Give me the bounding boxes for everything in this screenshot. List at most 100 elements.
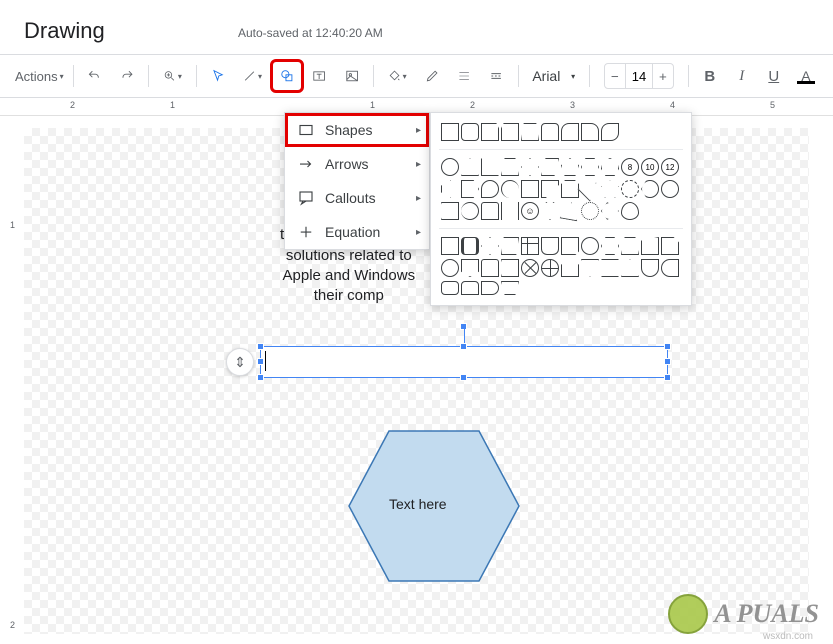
text-color-button[interactable]: A: [791, 61, 821, 91]
resize-handle-n[interactable]: [460, 343, 467, 350]
fill-color-button[interactable]: [380, 61, 415, 91]
resize-handle-se[interactable]: [664, 374, 671, 381]
menu-item-equation[interactable]: Equation ▸: [285, 215, 429, 249]
shape-intstore[interactable]: [521, 237, 539, 255]
shape-oval[interactable]: [441, 158, 459, 176]
resize-handle-nw[interactable]: [257, 343, 264, 350]
shape-rounded-rect[interactable]: [461, 123, 479, 141]
textbox-tool[interactable]: [304, 61, 334, 91]
redo-button[interactable]: [112, 61, 142, 91]
shape-frame[interactable]: [521, 180, 539, 198]
font-size-decrease[interactable]: −: [605, 64, 625, 88]
shape-terminator[interactable]: [581, 237, 599, 255]
shape-seqstore[interactable]: [661, 259, 679, 277]
shape-trapezoid[interactable]: [501, 158, 519, 176]
shape-b1[interactable]: [441, 202, 459, 220]
shape-tape[interactable]: [501, 259, 519, 277]
shape-collate[interactable]: [561, 259, 579, 277]
shape-round-top[interactable]: [541, 123, 559, 141]
shape-directstore[interactable]: [461, 281, 479, 295]
shape-round1[interactable]: [561, 123, 579, 141]
shape-sumjunc[interactable]: [521, 259, 539, 277]
italic-button[interactable]: I: [727, 61, 757, 91]
shape-multidoc[interactable]: [561, 237, 579, 255]
menu-item-shapes[interactable]: Shapes ▸: [285, 113, 429, 147]
shape-arrow-r[interactable]: [441, 180, 459, 198]
shape-folder[interactable]: [561, 180, 579, 198]
bold-button[interactable]: B: [695, 61, 725, 91]
shape-diamond[interactable]: [521, 158, 539, 176]
shape-display[interactable]: [481, 281, 499, 295]
border-weight-button[interactable]: [449, 61, 479, 91]
shape-predef[interactable]: [461, 237, 479, 255]
selected-textbox[interactable]: [260, 346, 668, 378]
shape-magdisk[interactable]: [441, 281, 459, 295]
shape-f4[interactable]: [501, 281, 519, 295]
menu-item-callouts[interactable]: Callouts ▸: [285, 181, 429, 215]
shape-donut[interactable]: [621, 180, 639, 198]
shape-chevron[interactable]: [461, 180, 479, 198]
shape-snip-corner[interactable]: [481, 123, 499, 141]
underline-button[interactable]: U: [759, 61, 789, 91]
shape-manual-input2[interactable]: [641, 237, 659, 255]
resize-handle-e[interactable]: [664, 358, 671, 365]
shape-right-tri[interactable]: [481, 158, 499, 176]
shape-doc[interactable]: [541, 237, 559, 255]
shape-bolt[interactable]: [560, 201, 581, 222]
shape-card[interactable]: [661, 237, 679, 255]
shape-heptagon[interactable]: [601, 158, 619, 176]
shape-trap[interactable]: [521, 123, 539, 141]
shape-process[interactable]: [441, 237, 459, 255]
shape-brackets[interactable]: [501, 202, 519, 220]
shape-merge[interactable]: [581, 259, 599, 277]
zoom-button[interactable]: [155, 61, 190, 91]
shape-or[interactable]: [541, 259, 559, 277]
shape-moon2[interactable]: [601, 202, 619, 220]
shape-teardrop[interactable]: [481, 180, 499, 198]
undo-button[interactable]: [79, 61, 109, 91]
resize-handle-s[interactable]: [460, 374, 467, 381]
shape-cloud[interactable]: [661, 180, 679, 198]
drag-handle-badge[interactable]: ⇕: [226, 348, 254, 376]
shape-rectangle[interactable]: [441, 123, 459, 141]
shape-decision[interactable]: [481, 237, 499, 255]
resize-handle-sw[interactable]: [257, 374, 264, 381]
shape-hexagon[interactable]: [581, 158, 599, 176]
shape-pentagon[interactable]: [561, 158, 579, 176]
shape-cloud2[interactable]: [621, 202, 639, 220]
shape-delay[interactable]: [641, 259, 659, 277]
shape-manual-input[interactable]: [621, 237, 639, 255]
shape-tool[interactable]: [272, 61, 302, 91]
shape-smiley[interactable]: ☺: [521, 202, 539, 220]
font-size-increase[interactable]: +: [653, 64, 673, 88]
font-size-input[interactable]: [625, 64, 653, 88]
image-tool[interactable]: [337, 61, 367, 91]
shape-num10[interactable]: 10: [641, 158, 659, 176]
shape-snip2[interactable]: [501, 123, 519, 141]
shape-num12[interactable]: 12: [661, 158, 679, 176]
font-select[interactable]: Arial▾: [524, 61, 583, 91]
shape-card2[interactable]: [481, 259, 499, 277]
shape-lightning[interactable]: [577, 176, 602, 201]
shape-offpage[interactable]: [461, 259, 479, 277]
shape-pie[interactable]: [501, 180, 519, 198]
shape-round1b[interactable]: [581, 123, 599, 141]
shape-arc[interactable]: [461, 202, 479, 220]
shape-lshape[interactable]: [541, 180, 559, 198]
shape-data[interactable]: [501, 237, 519, 255]
shape-parallelogram[interactable]: [541, 158, 559, 176]
shape-prep[interactable]: [601, 237, 619, 255]
shape-triangle[interactable]: [461, 158, 479, 176]
shape-sun[interactable]: [601, 180, 619, 198]
shape-round-diag[interactable]: [601, 123, 619, 141]
border-dash-button[interactable]: [481, 61, 511, 91]
menu-item-arrows[interactable]: Arrows ▸: [285, 147, 429, 181]
shape-sun2[interactable]: [581, 202, 599, 220]
shape-extract[interactable]: [621, 259, 639, 277]
actions-menu[interactable]: Actions: [12, 61, 67, 91]
line-tool[interactable]: [235, 61, 270, 91]
shape-sort[interactable]: [601, 259, 619, 277]
shape-heart[interactable]: [541, 202, 559, 220]
shape-connector[interactable]: [441, 259, 459, 277]
shape-moon[interactable]: [641, 180, 659, 198]
